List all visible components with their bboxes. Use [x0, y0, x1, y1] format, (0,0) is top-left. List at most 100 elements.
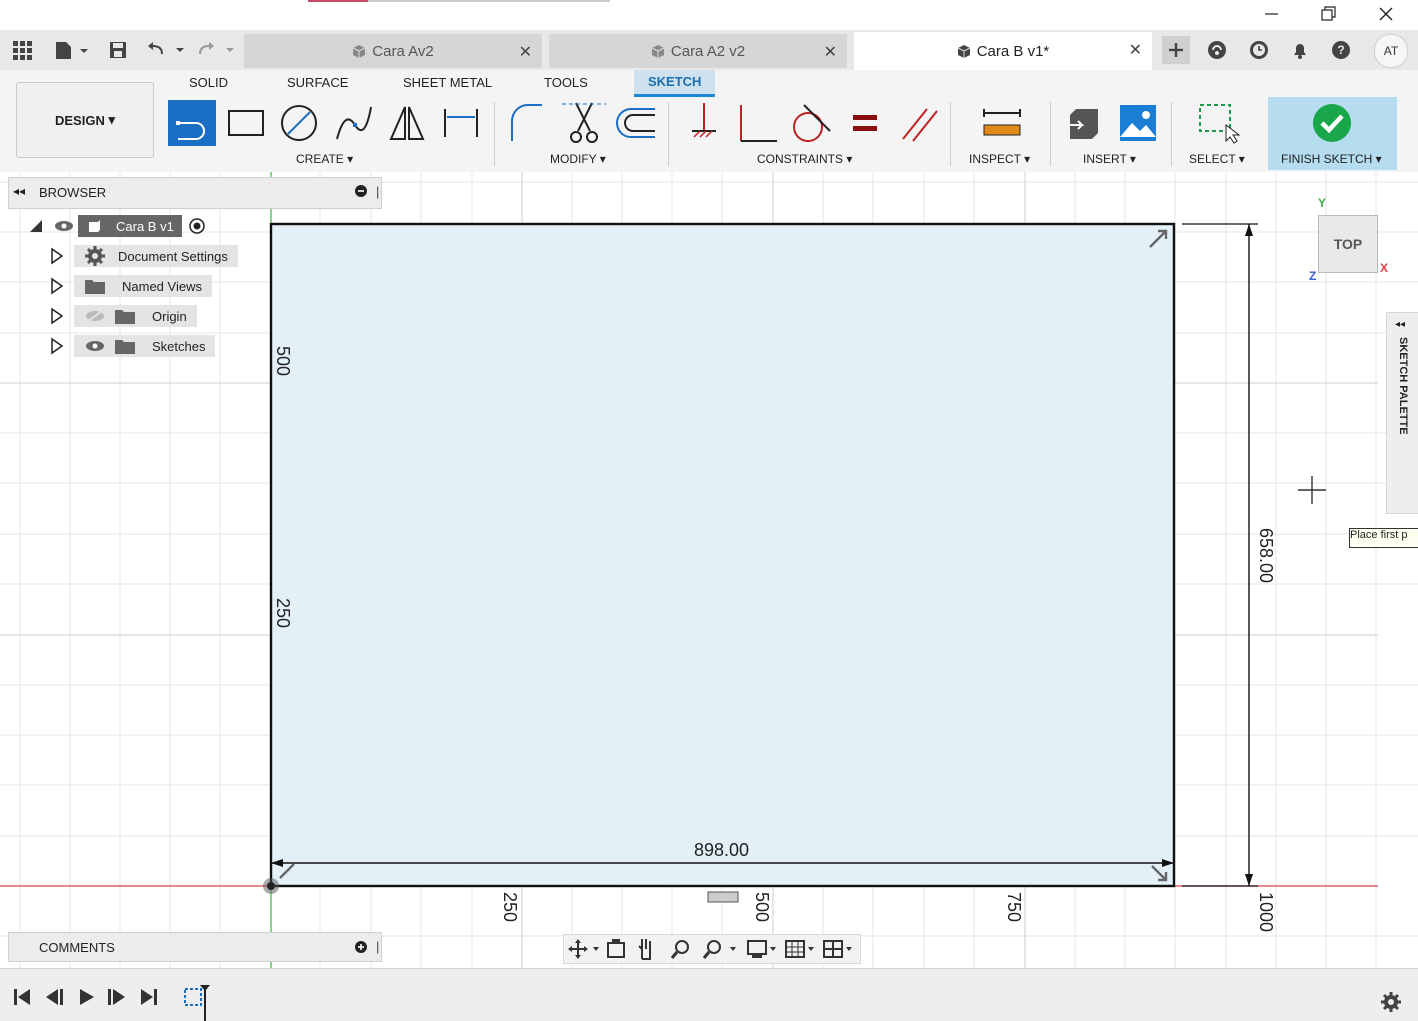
- viewcube[interactable]: TOP: [1318, 215, 1378, 273]
- modify-group-label[interactable]: MODIFY ▾: [550, 152, 606, 166]
- hidden-eye-icon[interactable]: [84, 307, 106, 325]
- rectangle-tool-icon[interactable]: [222, 100, 270, 146]
- folder-icon: [115, 340, 135, 354]
- expand-arrow-icon[interactable]: [48, 307, 66, 325]
- expand-palette-icon[interactable]: ◂◂: [1395, 319, 1405, 330]
- panel-pin-icon[interactable]: |: [376, 184, 379, 199]
- tangent-constraint-icon[interactable]: [786, 100, 834, 146]
- comments-panel-header[interactable]: COMMENTS |: [8, 932, 382, 962]
- separator: [950, 102, 951, 166]
- new-tab-plus-icon[interactable]: [1162, 36, 1190, 64]
- insert-label: INSERT: [1083, 152, 1127, 166]
- parallel-constraint-icon[interactable]: [895, 100, 943, 146]
- apps-grid-icon[interactable]: [8, 38, 36, 62]
- ribbon-toolbar: SOLID SURFACE SHEET METAL TOOLS SKETCH C…: [0, 70, 1418, 173]
- sketch-palette-collapsed[interactable]: ◂◂ SKETCH PALETTE: [1386, 312, 1418, 514]
- minimize-panel-icon[interactable]: [355, 185, 367, 197]
- inspect-group-label[interactable]: INSPECT ▾: [969, 152, 1030, 166]
- tab-cara-b[interactable]: Cara B v1* ✕: [854, 32, 1152, 70]
- mirror-tool-icon[interactable]: [383, 100, 431, 146]
- help-icon[interactable]: ?: [1328, 38, 1354, 62]
- circle-tool-icon[interactable]: [275, 100, 323, 146]
- progress-track: [368, 0, 610, 2]
- root-component-label[interactable]: Cara B v1: [78, 215, 182, 237]
- expand-arrow-icon[interactable]: [48, 247, 66, 265]
- user-avatar[interactable]: AT: [1374, 34, 1408, 68]
- equal-constraint-icon[interactable]: [841, 100, 889, 146]
- close-tab-icon[interactable]: ✕: [824, 42, 837, 62]
- expand-arrow-icon[interactable]: [48, 277, 66, 295]
- redo-icon[interactable]: [196, 38, 236, 62]
- tree-item-origin[interactable]: Origin: [48, 304, 197, 328]
- skip-to-end-icon[interactable]: [138, 987, 160, 1007]
- restore-icon[interactable]: [1318, 4, 1338, 24]
- browser-panel-header[interactable]: ◂◂ BROWSER |: [8, 177, 382, 209]
- visibility-eye-icon[interactable]: [84, 337, 106, 355]
- tab-cara-a2[interactable]: Cara A2 v2 ✕: [549, 34, 847, 68]
- undo-icon[interactable]: [146, 38, 186, 62]
- design-workspace-dropdown[interactable]: DESIGN ▾: [16, 82, 154, 158]
- finish-sketch-button[interactable]: FINISH SKETCH ▾: [1268, 97, 1397, 170]
- select-group-label[interactable]: SELECT ▾: [1189, 152, 1245, 166]
- tree-item-sketches[interactable]: Sketches: [48, 334, 216, 358]
- insert-group-label[interactable]: INSERT ▾: [1083, 152, 1136, 166]
- create-group-label[interactable]: CREATE ▾: [296, 152, 353, 166]
- finish-sketch-label: FINISH SKETCH ▾: [1281, 152, 1382, 166]
- tree-item-named-views[interactable]: Named Views: [48, 274, 212, 298]
- close-tab-icon[interactable]: ✕: [519, 42, 532, 62]
- perpendicular-constraint-icon[interactable]: [733, 100, 781, 146]
- offset-tool-icon[interactable]: [613, 100, 661, 146]
- height-dimension-label[interactable]: 658.00: [1255, 528, 1276, 583]
- window-title-bar: [0, 0, 1418, 30]
- tab-surface[interactable]: SURFACE: [287, 75, 348, 90]
- component-icon: [651, 45, 665, 58]
- save-icon[interactable]: [104, 38, 132, 62]
- insert-derive-icon[interactable]: [1062, 100, 1110, 146]
- constraints-group-label[interactable]: CONSTRAINTS ▾: [757, 152, 852, 166]
- spline-tool-icon[interactable]: [330, 100, 378, 146]
- tree-item-document-settings[interactable]: Document Settings: [48, 244, 238, 268]
- tab-sketch[interactable]: SKETCH: [634, 70, 716, 97]
- tab-solid[interactable]: SOLID: [189, 75, 228, 90]
- browser-root-row[interactable]: Cara B v1: [26, 214, 206, 238]
- expand-panel-icon[interactable]: [355, 941, 367, 953]
- extensions-icon[interactable]: [1204, 38, 1230, 62]
- timeline-settings-gear-icon[interactable]: [1380, 991, 1402, 1013]
- fillet-tool-icon[interactable]: [504, 100, 552, 146]
- pan-hand-icon: [638, 939, 651, 960]
- insert-image-icon[interactable]: [1114, 100, 1162, 146]
- activate-radio-icon[interactable]: [188, 217, 206, 235]
- tab-cara-a[interactable]: Cara Av2 ✕: [244, 34, 542, 68]
- tree-item-label: Named Views: [122, 278, 202, 294]
- expand-arrow-icon[interactable]: [48, 337, 66, 355]
- dimension-tool-icon[interactable]: [437, 100, 485, 146]
- play-icon[interactable]: [76, 987, 98, 1007]
- tree-item-label: Origin: [152, 308, 187, 324]
- skip-to-start-icon[interactable]: [12, 987, 34, 1007]
- panel-pin-icon[interactable]: |: [376, 939, 379, 954]
- trim-scissors-icon[interactable]: [560, 100, 608, 146]
- step-back-icon[interactable]: [44, 987, 66, 1007]
- job-status-icon[interactable]: [1246, 38, 1272, 62]
- step-forward-icon[interactable]: [106, 987, 128, 1007]
- tab-tools[interactable]: TOOLS: [544, 75, 588, 90]
- display-settings-icon: [747, 940, 776, 958]
- minimize-icon[interactable]: [1262, 4, 1282, 24]
- visibility-eye-icon[interactable]: [52, 217, 76, 235]
- file-menu-icon[interactable]: [52, 38, 90, 62]
- browser-title: BROWSER: [39, 185, 107, 200]
- collapse-tree-icon[interactable]: [26, 217, 44, 235]
- width-dimension-label[interactable]: 898.00: [694, 840, 749, 861]
- fix-constraint-icon[interactable]: [680, 100, 728, 146]
- close-window-icon[interactable]: [1376, 4, 1396, 24]
- sketch-timeline-feature-icon[interactable]: [182, 979, 222, 1021]
- tab-sheet-metal[interactable]: SHEET METAL: [403, 75, 492, 90]
- line-tool-icon[interactable]: [168, 100, 216, 146]
- notifications-bell-icon[interactable]: [1287, 38, 1313, 62]
- close-tab-icon[interactable]: ✕: [1129, 40, 1142, 60]
- measure-ruler-icon[interactable]: [978, 100, 1026, 146]
- select-window-icon[interactable]: [1194, 100, 1242, 146]
- collapse-browser-icon[interactable]: ◂◂: [13, 184, 25, 198]
- sketch-canvas[interactable]: 898.00 658.00 250 500 750 1000 500 250: [0, 172, 1418, 968]
- select-label: SELECT: [1189, 152, 1236, 166]
